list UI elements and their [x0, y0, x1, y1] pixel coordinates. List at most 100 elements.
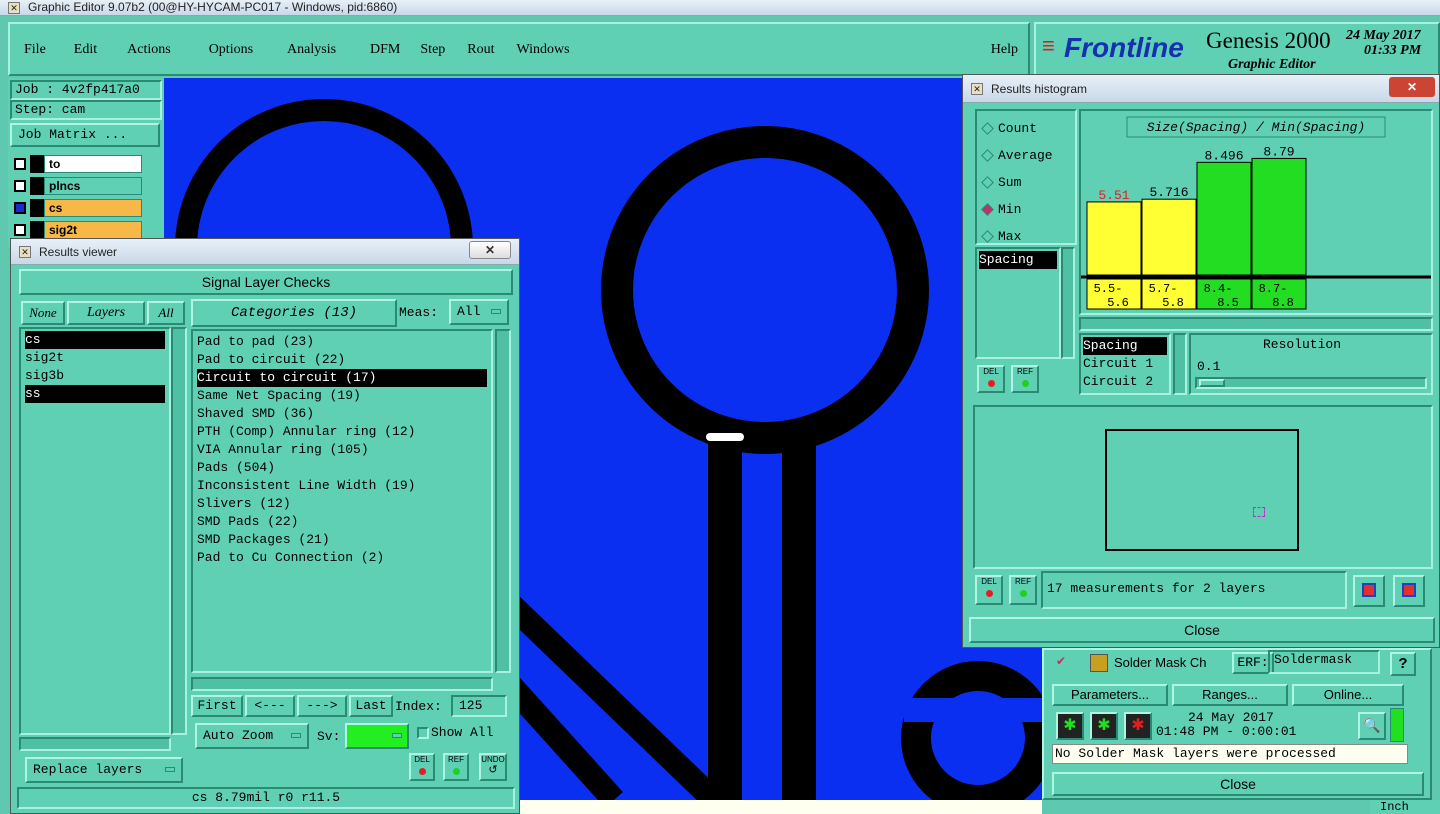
categories-hscroll[interactable] [191, 677, 493, 691]
preview-del-button[interactable]: DEL [975, 575, 1003, 605]
histogram-bar[interactable] [1251, 157, 1307, 276]
last-button[interactable]: Last [349, 695, 393, 717]
del-label: DEL [414, 755, 430, 764]
layer-row[interactable]: plncs [10, 176, 142, 196]
menu-step[interactable]: Step [420, 42, 445, 58]
menu-options[interactable]: Options [209, 42, 253, 58]
layers-button[interactable]: Layers [67, 301, 145, 325]
histogram-del-button[interactable]: DEL [977, 365, 1005, 393]
auto-zoom-menu[interactable]: Auto Zoom [195, 723, 309, 749]
category-item[interactable]: SMD Packages (21) [197, 531, 487, 549]
category-item[interactable]: Same Net Spacing (19) [197, 387, 487, 405]
category-item[interactable]: SMD Pads (22) [197, 513, 487, 531]
online-button[interactable]: Online... [1292, 684, 1404, 706]
prev-button[interactable]: <--- [245, 695, 295, 717]
spacing-list-item[interactable]: Spacing [979, 251, 1057, 269]
close-icon[interactable]: ✕ [469, 241, 511, 259]
layer-row[interactable]: sig2t [10, 220, 142, 240]
histogram-bar[interactable] [1086, 201, 1142, 276]
index-input[interactable]: 125 [451, 695, 507, 717]
menu-file[interactable]: File [24, 42, 46, 58]
category-item[interactable]: Pad to circuit (22) [197, 351, 487, 369]
category-item[interactable]: Slivers (12) [197, 495, 487, 513]
menu-analysis[interactable]: Analysis [287, 42, 336, 58]
mode-radio-count[interactable]: Count [981, 115, 1069, 142]
chart-hscroll[interactable] [1079, 317, 1433, 331]
category-item[interactable]: Shaved SMD (36) [197, 405, 487, 423]
layers-list[interactable]: cs sig2t sig3b ss [19, 327, 171, 735]
erf-field[interactable]: Soldermask [1268, 650, 1380, 674]
window-icon: ✕ [19, 246, 31, 258]
menu-edit[interactable]: Edit [74, 42, 97, 58]
measure-type-scrollbar[interactable] [1173, 333, 1187, 395]
slider-handle[interactable] [1199, 379, 1225, 387]
category-item[interactable]: Circuit to circuit (17) [197, 369, 487, 387]
mode-radio-sum[interactable]: Sum [981, 169, 1069, 196]
zoom-fit-icon[interactable] [1353, 575, 1385, 607]
measure-type-item[interactable]: Spacing [1083, 337, 1167, 355]
layers-scrollbar[interactable] [171, 327, 187, 735]
measure-type-item[interactable]: Circuit 1 [1083, 355, 1167, 373]
ranges-button[interactable]: Ranges... [1172, 684, 1288, 706]
stop-icon[interactable]: ✱ [1124, 712, 1152, 740]
layer-row[interactable]: to [10, 154, 142, 174]
layer-list-item[interactable]: sig3b [25, 367, 165, 385]
replace-layers-menu[interactable]: Replace layers [25, 757, 183, 783]
menu-help[interactable]: Help [991, 42, 1018, 58]
run-icon[interactable]: ✱ [1056, 712, 1084, 740]
ref-button[interactable]: REF [443, 753, 469, 781]
category-item[interactable]: Inconsistent Line Width (19) [197, 477, 487, 495]
help-button[interactable]: ? [1390, 652, 1416, 676]
run-all-icon[interactable]: ✱ [1090, 712, 1118, 740]
parameters-button[interactable]: Parameters... [1052, 684, 1168, 706]
meas-select[interactable]: All [449, 299, 509, 325]
zoom-icon[interactable]: 🔍 [1358, 712, 1386, 740]
job-matrix-button[interactable]: Job Matrix ... [10, 123, 160, 147]
mode-radio-average[interactable]: Average [981, 142, 1069, 169]
layer-list-item[interactable]: ss [25, 385, 165, 403]
categories-scrollbar[interactable] [495, 329, 511, 673]
layer-checkbox[interactable] [14, 180, 26, 192]
layer-checkbox[interactable] [14, 202, 26, 214]
histogram-close-button[interactable]: Close [969, 617, 1435, 643]
histogram-bar[interactable] [1141, 198, 1197, 276]
measure-type-list[interactable]: Spacing Circuit 1 Circuit 2 [1079, 333, 1171, 395]
category-item[interactable]: Pad to Cu Connection (2) [197, 549, 487, 567]
mode-radio-max[interactable]: Max [981, 223, 1069, 250]
layer-checkbox[interactable] [14, 158, 26, 170]
none-button[interactable]: None [21, 301, 65, 325]
menu-windows[interactable]: Windows [517, 42, 570, 58]
histogram-ref-button[interactable]: REF [1011, 365, 1039, 393]
layer-list-item[interactable]: cs [25, 331, 165, 349]
del-button[interactable]: DEL [409, 753, 435, 781]
next-button[interactable]: ---> [297, 695, 347, 717]
spacing-list[interactable]: Spacing [975, 247, 1061, 359]
spacing-scrollbar[interactable] [1061, 247, 1075, 359]
all-button[interactable]: All [147, 301, 185, 325]
soldermask-close-button[interactable]: Close [1052, 772, 1424, 796]
category-item[interactable]: VIA Annular ring (105) [197, 441, 487, 459]
resolution-slider[interactable] [1195, 377, 1427, 389]
menu-rout[interactable]: Rout [467, 42, 494, 58]
category-item[interactable]: Pads (504) [197, 459, 487, 477]
mode-radio-min[interactable]: Min [981, 196, 1069, 223]
layers-hscroll[interactable] [19, 737, 171, 751]
measure-type-item[interactable]: Circuit 2 [1083, 373, 1167, 391]
menu-dfm[interactable]: DFM [370, 42, 400, 58]
close-icon[interactable]: ✕ [1389, 77, 1435, 97]
checkbox-icon[interactable]: ✔ [1056, 654, 1070, 668]
show-all-checkbox[interactable] [417, 727, 429, 739]
layer-checkbox[interactable] [14, 224, 26, 236]
histogram-bar[interactable] [1196, 161, 1252, 276]
category-item[interactable]: Pad to pad (23) [197, 333, 487, 351]
first-button[interactable]: First [191, 695, 243, 717]
sv-color-select[interactable] [345, 723, 409, 749]
menu-actions[interactable]: Actions [127, 42, 171, 58]
category-item[interactable]: PTH (Comp) Annular ring (12) [197, 423, 487, 441]
preview-ref-button[interactable]: REF [1009, 575, 1037, 605]
undo-button[interactable]: UNDO ↺ [479, 753, 507, 781]
categories-list[interactable]: Pad to pad (23) Pad to circuit (22) Circui… [191, 329, 493, 673]
layer-list-item[interactable]: sig2t [25, 349, 165, 367]
zoom-select-icon[interactable] [1393, 575, 1425, 607]
layer-row[interactable]: cs [10, 198, 142, 218]
